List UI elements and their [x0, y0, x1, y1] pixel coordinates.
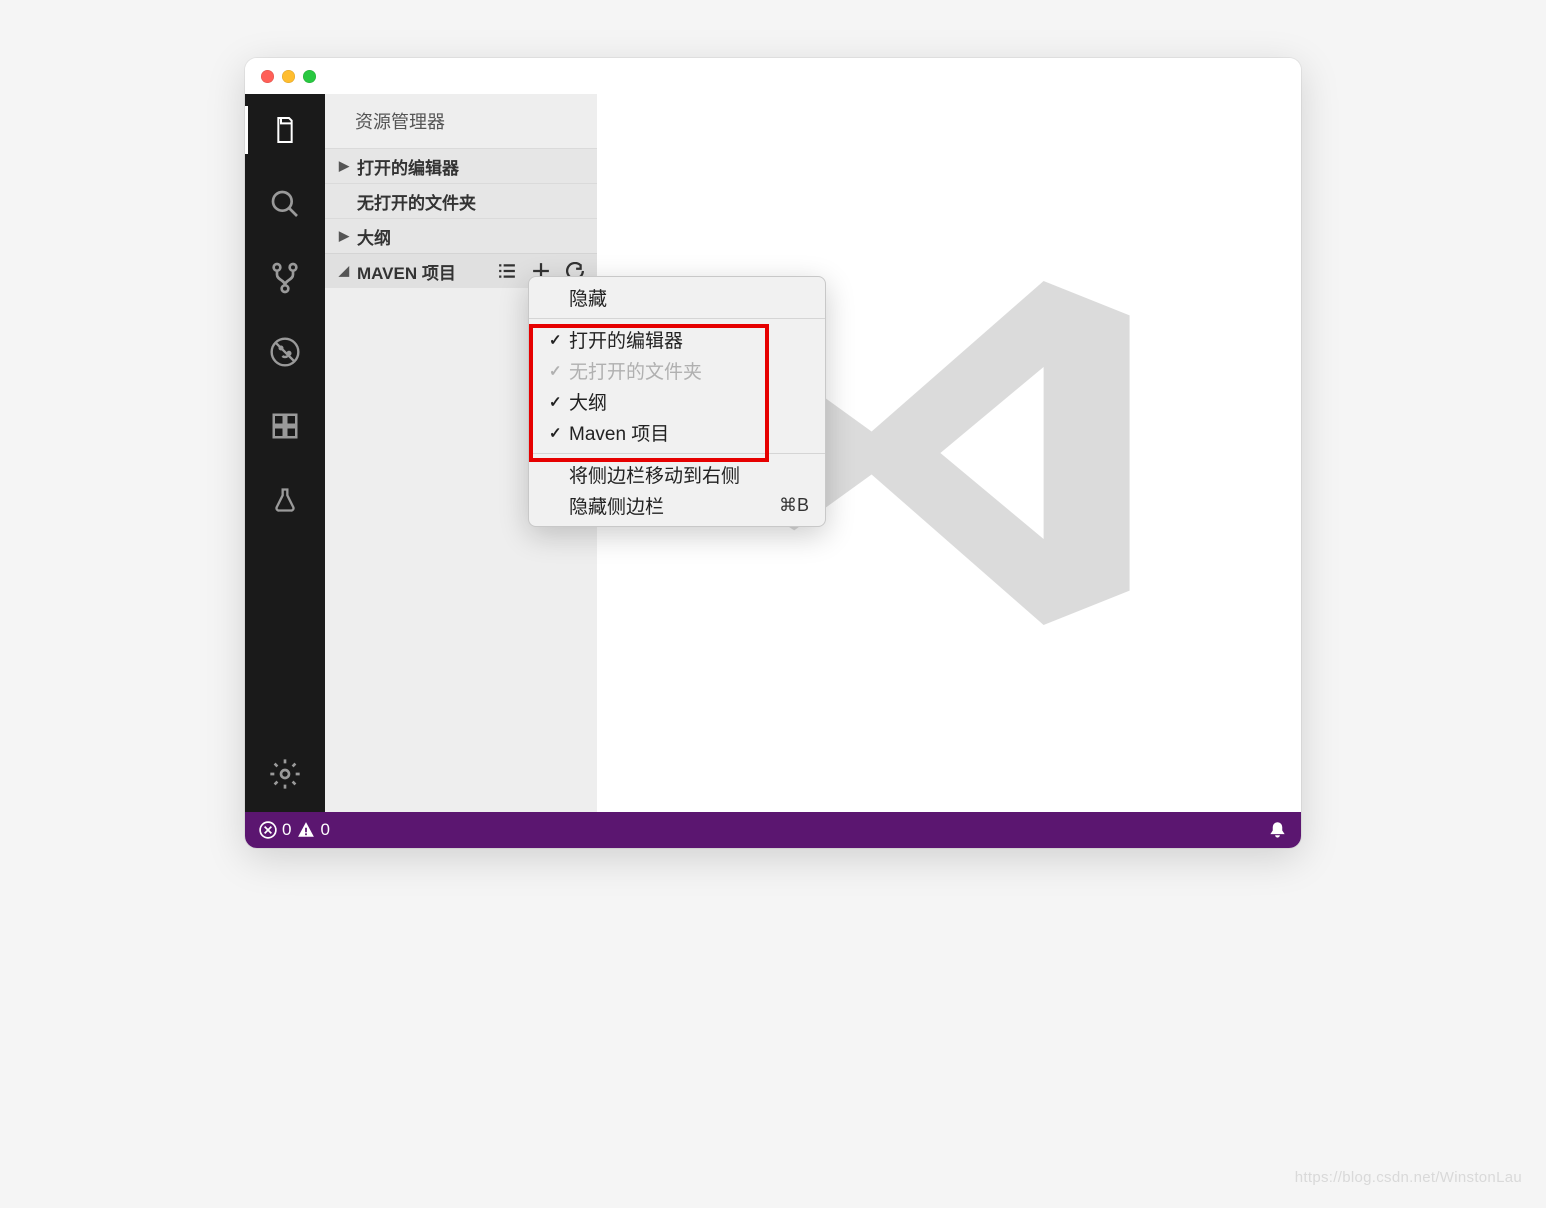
statusbar: 0 0 — [245, 812, 1301, 848]
titlebar — [245, 58, 1301, 94]
list-icon[interactable] — [497, 261, 517, 281]
search-icon[interactable] — [267, 186, 303, 222]
menu-separator — [529, 318, 825, 319]
sidebar-section-no-folder[interactable]: 无打开的文件夹 — [325, 183, 597, 218]
menu-item-move-sidebar[interactable]: 将侧边栏移动到右侧 — [529, 459, 825, 490]
check-icon: ✓ — [549, 362, 569, 380]
debug-icon[interactable] — [267, 334, 303, 370]
menu-item-outline[interactable]: ✓ 大纲 — [529, 386, 825, 417]
check-icon: ✓ — [549, 331, 569, 349]
error-count: 0 — [282, 820, 291, 840]
bell-icon — [1268, 821, 1287, 840]
menu-label: 将侧边栏移动到右侧 — [569, 461, 809, 488]
section-label: 打开的编辑器 — [357, 154, 459, 179]
check-icon: ✓ — [549, 424, 569, 442]
sidebar-section-open-editors[interactable]: ▶ 打开的编辑器 — [325, 148, 597, 183]
check-icon: ✓ — [549, 393, 569, 411]
chevron-down-icon: ◢ — [339, 263, 351, 279]
window-close-button[interactable] — [261, 70, 274, 83]
menu-label: Maven 项目 — [569, 419, 809, 446]
section-label: MAVEN 项目 — [357, 259, 456, 284]
sidebar-title: 资源管理器 — [325, 94, 597, 148]
warning-count: 0 — [320, 820, 329, 840]
status-errors[interactable]: 0 — [259, 820, 291, 840]
menu-label: 无打开的文件夹 — [569, 357, 809, 384]
watermark-text: https://blog.csdn.net/WinstonLau — [1295, 1169, 1522, 1186]
sidebar-section-outline[interactable]: ▶ 大纲 — [325, 218, 597, 253]
test-icon[interactable] — [267, 482, 303, 518]
window-minimize-button[interactable] — [282, 70, 295, 83]
menu-item-maven[interactable]: ✓ Maven 项目 — [529, 417, 825, 448]
menu-label: 隐藏 — [569, 284, 809, 311]
activitybar — [245, 94, 325, 812]
menu-item-hide-sidebar[interactable]: 隐藏侧边栏 ⌘B — [529, 490, 825, 521]
window-maximize-button[interactable] — [303, 70, 316, 83]
error-icon — [259, 821, 277, 839]
menu-label: 隐藏侧边栏 — [569, 492, 779, 519]
chevron-right-icon: ▶ — [339, 158, 351, 174]
context-menu: 隐藏 ✓ 打开的编辑器 ✓ 无打开的文件夹 ✓ 大纲 ✓ Maven 项目 将侧… — [528, 276, 826, 527]
warning-icon — [297, 821, 315, 839]
app-window: 资源管理器 ▶ 打开的编辑器 无打开的文件夹 ▶ 大纲 ◢ MAVEN 项目 — [245, 58, 1301, 848]
settings-gear-icon[interactable] — [267, 756, 303, 792]
menu-separator — [529, 453, 825, 454]
menu-item-no-folder: ✓ 无打开的文件夹 — [529, 355, 825, 386]
explorer-icon[interactable] — [267, 112, 303, 148]
source-control-icon[interactable] — [267, 260, 303, 296]
menu-shortcut: ⌘B — [779, 495, 809, 516]
section-label: 无打开的文件夹 — [357, 189, 476, 214]
menu-item-open-editors[interactable]: ✓ 打开的编辑器 — [529, 324, 825, 355]
status-warnings[interactable]: 0 — [297, 820, 329, 840]
menu-label: 大纲 — [569, 388, 809, 415]
status-notifications[interactable] — [1268, 821, 1287, 840]
extensions-icon[interactable] — [267, 408, 303, 444]
chevron-right-icon: ▶ — [339, 228, 351, 244]
menu-item-hide[interactable]: 隐藏 — [529, 282, 825, 313]
menu-label: 打开的编辑器 — [569, 326, 809, 353]
section-label: 大纲 — [357, 224, 391, 249]
